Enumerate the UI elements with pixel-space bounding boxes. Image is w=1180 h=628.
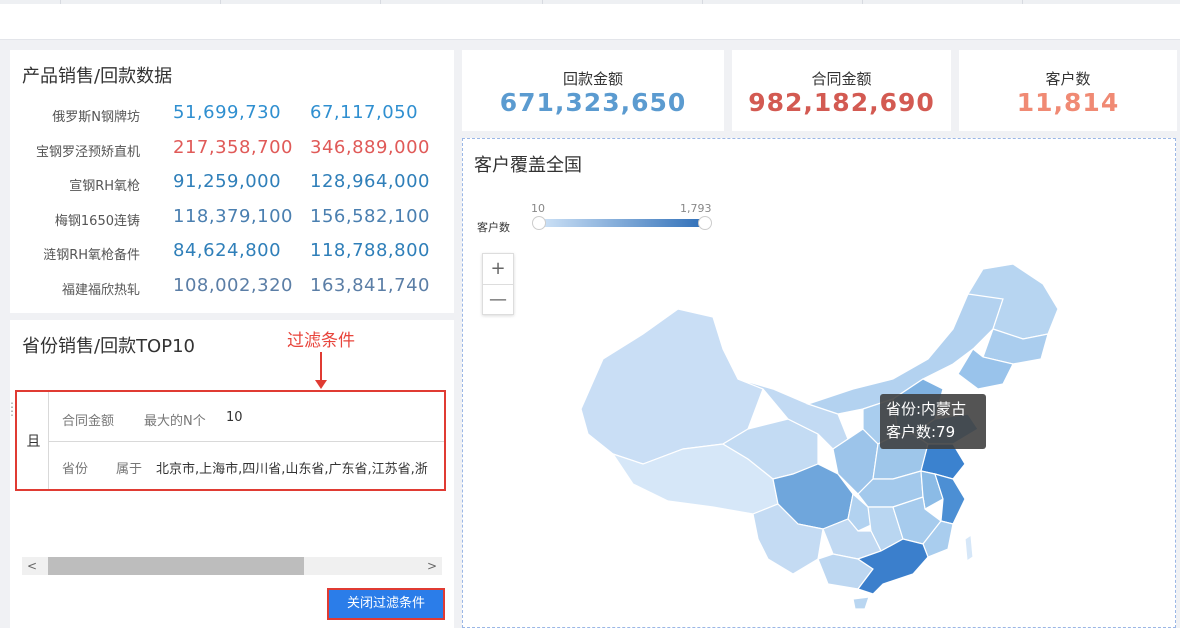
zoom-out-button[interactable]: — bbox=[483, 284, 513, 314]
product-payment-value: 128,964,000 bbox=[310, 171, 431, 193]
horizontal-scrollbar[interactable]: < > bbox=[22, 557, 442, 575]
product-payment-value: 346,889,000 bbox=[310, 136, 431, 158]
panel-title: 产品销售/回款数据 bbox=[22, 66, 173, 87]
product-name: 宝钢罗泾预矫直机 bbox=[35, 144, 140, 160]
product-payment-value: 156,582,100 bbox=[310, 205, 431, 227]
panel-title: 客户覆盖全国 bbox=[474, 155, 582, 176]
top-tab-bar bbox=[0, 0, 1180, 40]
product-name: 福建福欣热轧 bbox=[61, 283, 140, 298]
tab-divider bbox=[220, 0, 221, 4]
filter-logic-and[interactable]: 且 bbox=[19, 392, 49, 489]
zoom-in-button[interactable]: + bbox=[483, 254, 513, 284]
map-tooltip: 省份:内蒙古 客户数:79 bbox=[880, 394, 986, 449]
tab-divider bbox=[1022, 0, 1023, 4]
tab-divider bbox=[702, 0, 703, 4]
product-row: 俄罗斯N钢牌坊 51,699,730 67,117,050 bbox=[10, 98, 454, 132]
filter-field: 省份 bbox=[62, 462, 89, 477]
kpi-value: 671,323,650 bbox=[499, 88, 687, 117]
annotation-label: 过滤条件 bbox=[287, 331, 355, 351]
filter-rule[interactable]: 省份 属于 北京市,上海市,四川省,山东省,广东省,江苏省,浙 bbox=[48, 442, 444, 490]
product-row: 宝钢罗泾预矫直机 217,358,700 346,889,000 bbox=[10, 133, 454, 167]
product-sales-value: 91,259,000 bbox=[173, 171, 282, 193]
product-name: 宣钢RH氧枪 bbox=[69, 179, 140, 195]
tab-divider bbox=[542, 0, 543, 4]
legend-max-handle[interactable] bbox=[698, 216, 712, 230]
close-filter-button[interactable]: 关闭过滤条件 bbox=[327, 588, 445, 620]
kpi-label: 合同金额 bbox=[811, 70, 872, 88]
legend-min-handle[interactable] bbox=[532, 216, 546, 230]
scroll-right-icon[interactable]: > bbox=[422, 557, 442, 575]
filter-operator: 属于 bbox=[116, 462, 143, 477]
scroll-thumb[interactable] bbox=[48, 557, 304, 575]
tab-divider bbox=[862, 0, 863, 4]
china-map[interactable] bbox=[573, 239, 1073, 609]
product-payment-value: 67,117,050 bbox=[310, 102, 419, 123]
annotation-arrow bbox=[320, 352, 322, 382]
kpi-label: 回款金额 bbox=[562, 70, 623, 88]
product-sales-value: 118,379,100 bbox=[173, 205, 294, 227]
product-sales-value: 217,358,700 bbox=[173, 136, 294, 158]
kpi-card-customers: 客户数 11,814 bbox=[959, 50, 1177, 131]
zoom-control: + — bbox=[482, 253, 514, 315]
product-payment-value: 118,788,800 bbox=[310, 240, 431, 262]
kpi-value: 11,814 bbox=[1016, 88, 1120, 117]
region-hainan bbox=[852, 596, 870, 609]
product-sales-panel: 产品销售/回款数据 俄罗斯N钢牌坊 51,699,730 67,117,050 宝钢罗… bbox=[10, 50, 454, 313]
product-row: 宣钢RH氧枪 91,259,000 128,964,000 bbox=[10, 167, 454, 201]
product-row: 福建福欣热轧 108,002,320 163,841,740 bbox=[10, 271, 454, 305]
filter-rule[interactable]: 合同金额 最大的N个 10 bbox=[48, 394, 444, 442]
annotation-arrowhead bbox=[315, 380, 327, 389]
legend-max: 1,793 bbox=[680, 202, 712, 215]
kpi-label: 客户数 bbox=[1045, 70, 1091, 88]
panel-title: 省份销售/回款TOP10 bbox=[22, 336, 195, 357]
product-name: 俄罗斯N钢牌坊 bbox=[52, 110, 140, 125]
product-sales-value: 51,699,730 bbox=[173, 102, 282, 123]
filter-value: 北京市,上海市,四川省,山东省,广东省,江苏省,浙 bbox=[156, 462, 428, 477]
kpi-card-payment: 回款金额 671,323,650 bbox=[462, 50, 724, 131]
tab-strip bbox=[0, 0, 1180, 4]
tab-divider bbox=[60, 0, 61, 4]
kpi-card-contract: 合同金额 982,182,690 bbox=[732, 50, 951, 131]
customer-map-panel: 客户覆盖全国 10 1,793 客户数 + — 省份:内蒙古 客户数:79 bbox=[462, 138, 1176, 628]
scroll-left-icon[interactable]: < bbox=[22, 557, 42, 575]
product-row: 涟钢RH氧枪备件 84,624,800 118,788,800 bbox=[10, 236, 454, 270]
tab-divider bbox=[380, 0, 381, 4]
filter-conditions: 且 合同金额 最大的N个 10 省份 属于 北京市,上海市,四川省,山东省,广东… bbox=[15, 390, 446, 491]
legend-label: 客户数 bbox=[477, 221, 510, 234]
filter-value: 10 bbox=[226, 410, 243, 425]
product-name: 涟钢RH氧枪备件 bbox=[43, 248, 140, 264]
product-name: 梅钢1650连铸 bbox=[54, 213, 140, 229]
product-payment-value: 163,841,740 bbox=[310, 275, 431, 296]
product-sales-value: 108,002,320 bbox=[173, 275, 294, 296]
legend-gradient bbox=[539, 219, 705, 227]
region-taiwan bbox=[964, 533, 974, 563]
product-sales-value: 84,624,800 bbox=[173, 240, 282, 262]
tooltip-province: 省份:内蒙古 bbox=[886, 400, 967, 418]
kpi-value: 982,182,690 bbox=[748, 88, 935, 117]
filter-operator: 最大的N个 bbox=[144, 414, 206, 429]
product-row: 梅钢1650连铸 118,379,100 156,582,100 bbox=[10, 202, 454, 236]
filter-field: 合同金额 bbox=[62, 414, 115, 429]
legend-min: 10 bbox=[531, 202, 545, 215]
tooltip-count: 客户数:79 bbox=[886, 423, 956, 441]
